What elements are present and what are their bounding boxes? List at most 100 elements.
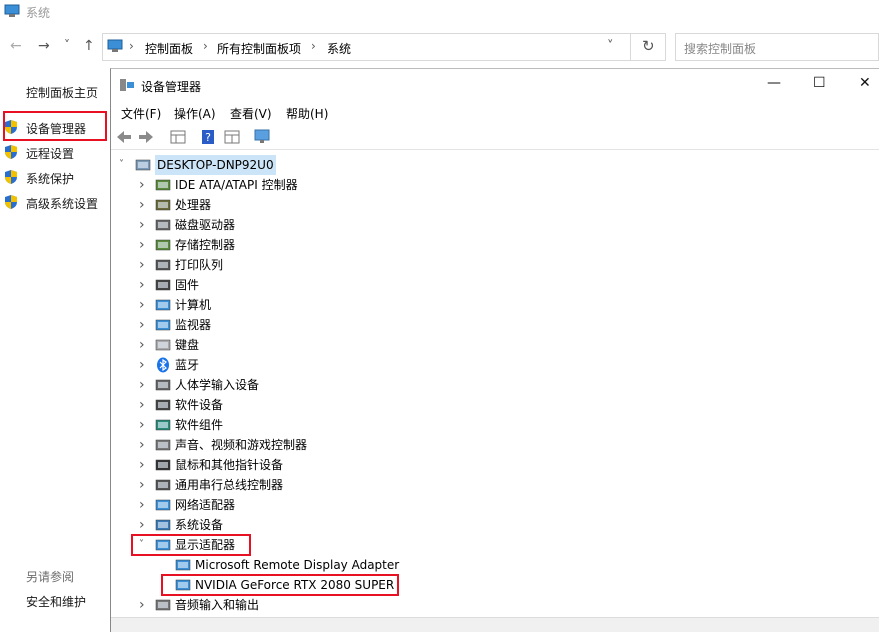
left-panel: 控制面板主页 设备管理器 远程设置 系统保护 高级系统设置 另请参阅 安全和维护 (0, 70, 110, 631)
tree-category[interactable]: › 人体学输入设备 (111, 375, 871, 395)
ide-controller-icon (155, 179, 171, 191)
up-button[interactable]: ↑ (83, 38, 95, 54)
chevron-right-icon[interactable]: › (139, 175, 145, 195)
tree-category[interactable]: › 打印队列 (111, 255, 871, 275)
device-label: 声音、视频和游戏控制器 (175, 438, 308, 452)
minimize-button[interactable]: — (767, 75, 781, 91)
chevron-right-icon[interactable]: › (139, 295, 145, 315)
tree-category[interactable]: › 存储控制器 (111, 235, 871, 255)
tree-category[interactable]: › 软件组件 (111, 415, 871, 435)
menu-action[interactable]: 操作(A) (174, 105, 216, 122)
device-label: DESKTOP-DNP92U0 (155, 155, 276, 175)
tree-category[interactable]: › 音频输入和输出 (111, 595, 871, 615)
tree-category[interactable]: › 软件设备 (111, 395, 871, 415)
tree-category[interactable]: › 蓝牙 (111, 355, 871, 375)
tree-category[interactable]: › IDE ATA/ATAPI 控制器 (111, 175, 871, 195)
shield-icon (5, 145, 17, 159)
tree-root[interactable]: ˅ DESKTOP-DNP92U0 (111, 155, 871, 175)
device-manager-title: 设备管理器 (141, 80, 202, 94)
shield-icon (5, 170, 17, 184)
tree-category[interactable]: › 系统设备 (111, 515, 871, 535)
chevron-right-icon[interactable]: › (139, 255, 145, 275)
tree-category[interactable]: › 监视器 (111, 315, 871, 335)
breadcrumb-system[interactable]: 系统 (327, 40, 351, 57)
tree-category[interactable]: › 键盘 (111, 335, 871, 355)
chevron-right-icon[interactable]: › (139, 495, 145, 515)
toolbar: ? (111, 125, 879, 150)
breadcrumb-control-panel[interactable]: 控制面板 (145, 40, 193, 57)
chevron-right-icon[interactable]: › (139, 435, 145, 455)
software-component-icon (155, 419, 171, 431)
address-dropdown-icon[interactable]: ˅ (607, 39, 614, 54)
device-label: IDE ATA/ATAPI 控制器 (175, 178, 298, 192)
chevron-right-icon[interactable]: › (139, 315, 145, 335)
audio-io-icon (155, 599, 171, 611)
properties-grid-icon[interactable] (169, 128, 187, 146)
menu-file[interactable]: 文件(F) (121, 105, 161, 122)
device-label: Microsoft Remote Display Adapter (195, 558, 400, 572)
chevron-right-icon[interactable]: › (139, 355, 145, 375)
system-protection-link[interactable]: 系统保护 (26, 170, 74, 187)
chevron-right-icon[interactable]: › (139, 275, 145, 295)
device-manager-titlebar: 设备管理器 — ☐ ✕ (111, 69, 879, 101)
scan-monitor-icon[interactable] (253, 128, 271, 146)
chevron-right-icon[interactable]: › (139, 375, 145, 395)
svg-text:?: ? (205, 131, 211, 144)
remote-settings-link[interactable]: 远程设置 (26, 145, 74, 162)
tree-category[interactable]: › 磁盘驱动器 (111, 215, 871, 235)
device-label: 鼠标和其他指针设备 (175, 458, 284, 472)
advanced-settings-link[interactable]: 高级系统设置 (26, 195, 98, 212)
control-panel-icon (107, 39, 123, 52)
chevron-down-icon[interactable]: ˅ (119, 155, 124, 175)
chevron-right-icon: › (203, 39, 208, 53)
tree-category[interactable]: › 通用串行总线控制器 (111, 475, 871, 495)
chevron-right-icon[interactable]: › (139, 235, 145, 255)
keyboard-icon (155, 339, 171, 351)
chevron-right-icon[interactable]: › (139, 475, 145, 495)
software-device-icon (155, 399, 171, 411)
tree-category[interactable]: › 声音、视频和游戏控制器 (111, 435, 871, 455)
device-label: 通用串行总线控制器 (175, 478, 284, 492)
device-manager-highlight (3, 111, 107, 141)
tree-category[interactable]: › 鼠标和其他指针设备 (111, 455, 871, 475)
usb-controller-icon (155, 479, 171, 491)
computer-root-icon (135, 159, 151, 171)
menu-view[interactable]: 查看(V) (230, 105, 272, 122)
chevron-right-icon[interactable]: › (139, 415, 145, 435)
chevron-right-icon[interactable]: › (139, 595, 145, 615)
back-button[interactable]: ← (10, 38, 22, 54)
tree-device[interactable]: Microsoft Remote Display Adapter (111, 555, 871, 575)
forward-button[interactable]: → (38, 38, 50, 54)
maximize-button[interactable]: ☐ (813, 75, 826, 91)
chevron-right-icon[interactable]: › (139, 395, 145, 415)
details-grid-icon[interactable] (223, 128, 241, 146)
breadcrumb-all-items[interactable]: 所有控制面板项 (217, 40, 301, 57)
refresh-button[interactable]: ↻ (630, 33, 667, 61)
address-bar[interactable]: › 控制面板 › 所有控制面板项 › 系统 ˅ (102, 33, 666, 61)
close-button[interactable]: ✕ (859, 75, 871, 91)
system-window-icon (4, 4, 20, 17)
search-input[interactable]: 搜索控制面板 (675, 33, 879, 61)
forward-arrow-icon[interactable] (137, 128, 155, 146)
back-arrow-icon[interactable] (115, 128, 133, 146)
tree-category[interactable]: › 计算机 (111, 295, 871, 315)
recent-locations-button[interactable]: ˅ (64, 38, 70, 52)
tree-category[interactable]: › 处理器 (111, 195, 871, 215)
control-panel-home-link[interactable]: 控制面板主页 (26, 84, 98, 101)
device-label: 人体学输入设备 (175, 378, 260, 392)
tree-category[interactable]: › 固件 (111, 275, 871, 295)
help-icon[interactable]: ? (199, 128, 217, 146)
chevron-right-icon: › (129, 39, 134, 53)
chevron-right-icon[interactable]: › (139, 335, 145, 355)
chevron-right-icon[interactable]: › (139, 515, 145, 535)
menu-bar: 文件(F) 操作(A) 查看(V) 帮助(H) (111, 103, 879, 123)
device-label: 固件 (175, 278, 200, 292)
chevron-right-icon[interactable]: › (139, 195, 145, 215)
menu-help[interactable]: 帮助(H) (286, 105, 328, 122)
device-label: 监视器 (175, 318, 212, 332)
tree-category[interactable]: › 网络适配器 (111, 495, 871, 515)
security-maintenance-link[interactable]: 安全和维护 (26, 593, 86, 610)
horizontal-scrollbar[interactable] (111, 617, 879, 632)
chevron-right-icon[interactable]: › (139, 215, 145, 235)
chevron-right-icon[interactable]: › (139, 455, 145, 475)
